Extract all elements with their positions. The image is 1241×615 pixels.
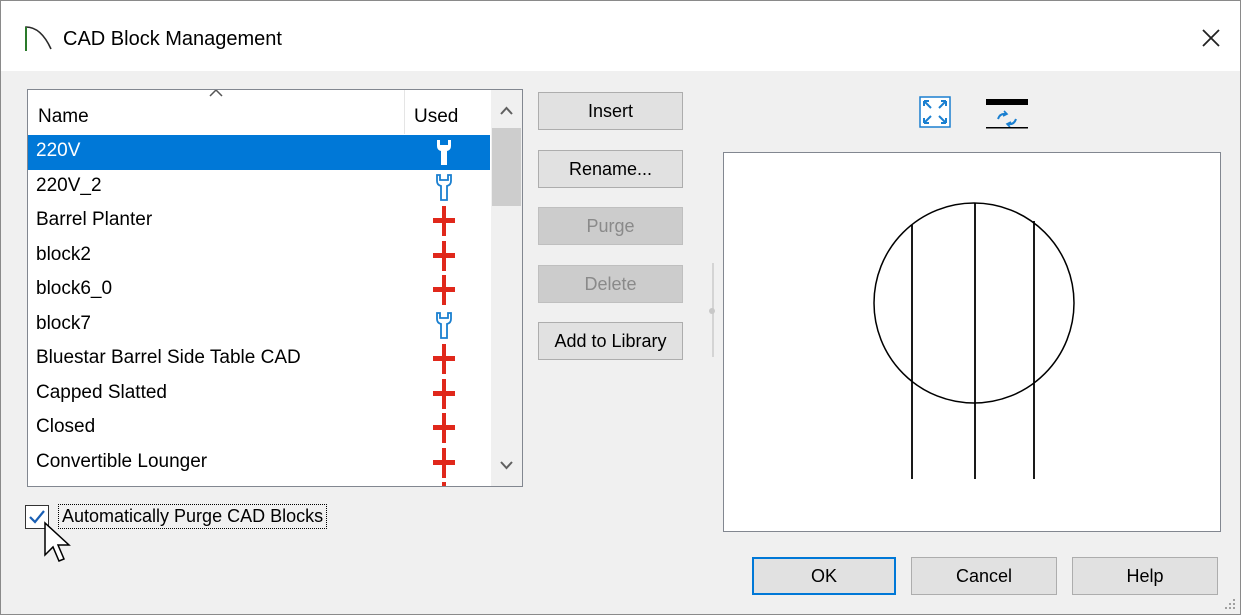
block-preview-pane[interactable] — [723, 152, 1221, 532]
list-item-name: 220V — [36, 140, 81, 161]
list-item[interactable]: block7 — [28, 308, 490, 343]
list-item[interactable]: Closed — [28, 411, 490, 446]
red-plus-icon — [432, 275, 456, 305]
resize-grip-icon[interactable] — [1222, 596, 1236, 610]
rotate-view-icon[interactable] — [983, 97, 1031, 129]
red-plus-icon — [432, 378, 456, 409]
cad-block-list[interactable]: Name Used 220V 220V_2 Barrel Planter block2… — [27, 89, 523, 487]
list-item-name: block6_0 — [36, 278, 113, 299]
list-item[interactable]: Barrel Planter — [28, 204, 490, 239]
rename-button[interactable]: Rename... — [538, 150, 683, 188]
delete-button[interactable]: Delete — [538, 265, 683, 303]
mouse-cursor-icon — [44, 521, 71, 562]
cad-block-management-dialog: CAD Block Management Name Used 220V 220V_… — [0, 0, 1241, 615]
list-item[interactable]: Convertible Lounger - Single — [28, 480, 490, 486]
wrench-outline-icon — [432, 172, 456, 202]
wrench-icon — [432, 137, 456, 167]
cancel-button[interactable]: Cancel — [911, 557, 1057, 595]
help-button[interactable]: Help — [1072, 557, 1218, 595]
list-item-name: block2 — [36, 243, 91, 265]
list-item[interactable]: block2 — [28, 239, 490, 274]
red-plus-icon — [432, 240, 456, 271]
fit-to-window-icon[interactable] — [919, 96, 951, 128]
list-item-name: Capped Slatted — [36, 381, 167, 403]
list-item[interactable]: Capped Slatted — [28, 377, 490, 412]
red-plus-icon — [432, 413, 456, 443]
list-item-name: Convertible Lounger — [36, 450, 208, 472]
list-item[interactable]: 220V_2 — [28, 170, 490, 205]
list-item[interactable]: Bluestar Barrel Side Table CAD — [28, 342, 490, 377]
column-divider[interactable] — [404, 90, 405, 134]
add-to-library-button[interactable]: Add to Library — [538, 322, 683, 360]
list-vertical-scrollbar[interactable] — [491, 90, 522, 486]
insert-button[interactable]: Insert — [538, 92, 683, 130]
title-bar: CAD Block Management — [1, 1, 1240, 71]
red-plus-icon — [432, 344, 456, 374]
list-rows: 220V 220V_2 Barrel Planter block2 block6_0bl… — [28, 135, 490, 486]
close-icon[interactable] — [1196, 23, 1226, 53]
scroll-up-icon[interactable] — [491, 96, 522, 126]
app-arch-icon — [25, 26, 52, 51]
list-header: Name Used — [28, 90, 490, 134]
column-header-used[interactable]: Used — [414, 106, 458, 128]
list-item[interactable]: 220V — [28, 135, 490, 170]
dialog-title: CAD Block Management — [63, 28, 282, 50]
sort-ascending-icon[interactable] — [208, 89, 224, 98]
list-item-name: block7 — [36, 312, 91, 334]
purge-button[interactable]: Purge — [538, 207, 683, 245]
list-item-name: Closed — [36, 416, 96, 437]
list-item[interactable]: Convertible Lounger — [28, 446, 490, 481]
list-item-name: Convertible Lounger - Single — [36, 485, 277, 486]
auto-purge-label[interactable]: Automatically Purge CAD Blocks — [58, 504, 328, 529]
wrench-outline-icon — [432, 310, 456, 340]
scrollbar-thumb[interactable] — [492, 128, 521, 206]
list-item-name: Barrel Planter — [36, 209, 153, 230]
red-plus-icon — [432, 482, 456, 486]
block-preview-drawing — [873, 202, 1075, 479]
red-plus-icon — [432, 206, 456, 236]
column-header-name[interactable]: Name — [38, 106, 89, 128]
scroll-down-icon[interactable] — [491, 450, 522, 480]
list-item[interactable]: block6_0 — [28, 273, 490, 308]
ok-button[interactable]: OK — [752, 557, 896, 595]
red-plus-icon — [432, 447, 456, 478]
splitter-grip-icon[interactable] — [708, 307, 716, 315]
list-item-name: 220V_2 — [36, 174, 102, 196]
list-item-name: Bluestar Barrel Side Table CAD — [36, 347, 301, 368]
